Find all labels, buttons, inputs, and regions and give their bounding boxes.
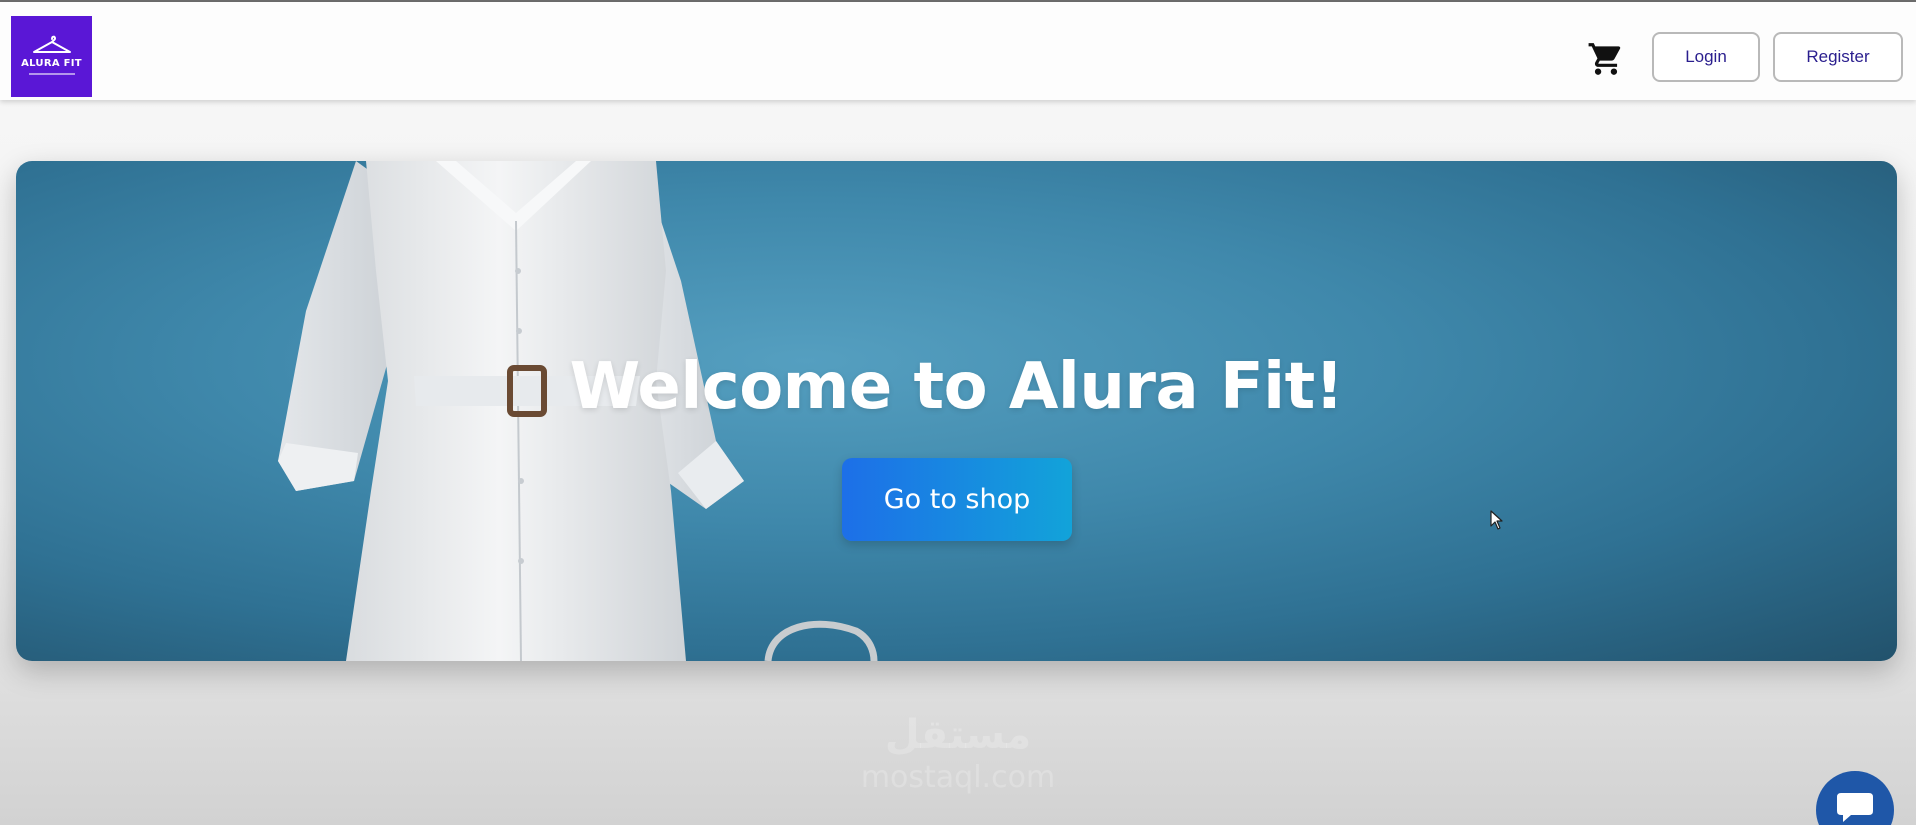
register-button[interactable]: Register [1773, 32, 1903, 82]
logo-text: ALURA FIT [21, 58, 82, 69]
shopping-cart-icon [1588, 43, 1621, 75]
page: ALURA FIT Login Register Welcome to Alur… [0, 0, 1916, 825]
mouse-pointer-icon [1490, 510, 1503, 530]
hero-banner: Welcome to Alura Fit! Go to shop [16, 161, 1897, 661]
clothes-hanger-icon [32, 35, 71, 53]
navbar: ALURA FIT Login Register [0, 2, 1916, 100]
cart-button[interactable] [1587, 40, 1625, 78]
go-to-shop-button[interactable]: Go to shop [842, 458, 1072, 541]
watermark-arabic: مستقل [884, 712, 1032, 758]
hero-title: Welcome to Alura Fit! [569, 349, 1344, 424]
watermark-domain: mostaql.com [860, 760, 1056, 795]
watermark: مستقل mostaql.com [0, 712, 1916, 795]
login-button[interactable]: Login [1652, 32, 1760, 82]
logo-tagline-line [28, 73, 75, 75]
brand-logo[interactable]: ALURA FIT [11, 16, 92, 97]
chat-bubble-icon [1837, 793, 1873, 822]
